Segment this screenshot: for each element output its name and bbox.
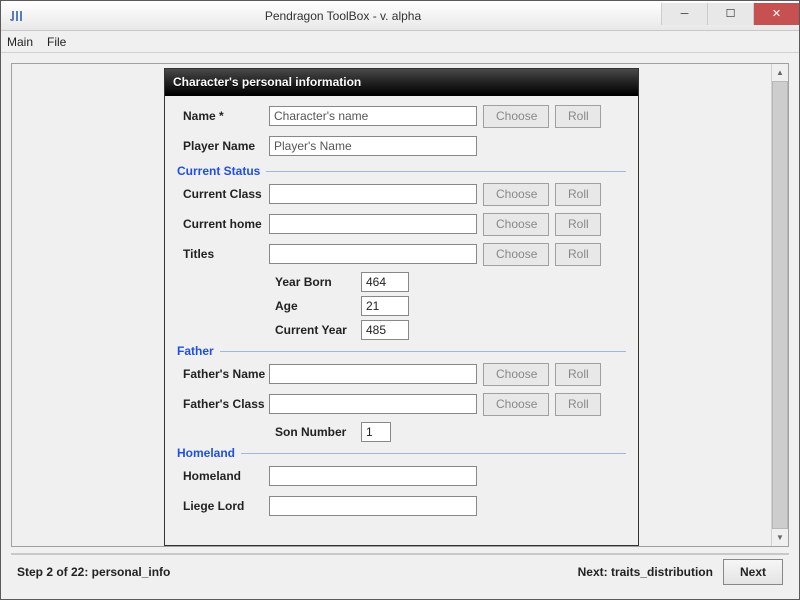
year-born-input[interactable]	[361, 272, 409, 292]
current-home-choose-button[interactable]: Choose	[483, 213, 549, 236]
name-choose-button[interactable]: Choose	[483, 105, 549, 128]
label-liege-lord: Liege Lord	[177, 499, 269, 513]
label-son-number: Son Number	[275, 425, 355, 439]
form-viewport: Character's personal information Name * …	[12, 64, 771, 546]
label-titles: Titles	[177, 247, 269, 261]
name-roll-button[interactable]: Roll	[555, 105, 601, 128]
personal-info-panel: Character's personal information Name * …	[164, 68, 639, 546]
fathers-name-roll-button[interactable]: Roll	[555, 363, 601, 386]
name-input[interactable]	[269, 106, 477, 126]
section-father: Father	[177, 344, 626, 358]
menu-file[interactable]: File	[47, 35, 66, 49]
current-year-input[interactable]	[361, 320, 409, 340]
minimize-button[interactable]: ─	[661, 3, 707, 25]
vertical-scrollbar[interactable]: ▲ ▼	[771, 64, 788, 546]
window-controls: ─ ☐ ✕	[661, 3, 799, 25]
label-player-name: Player Name	[177, 139, 269, 153]
current-class-roll-button[interactable]: Roll	[555, 183, 601, 206]
panel-body: Name * Choose Roll Player Name Current S…	[165, 96, 638, 536]
section-current-status: Current Status	[177, 164, 626, 178]
window-title: Pendragon ToolBox - v. alpha	[25, 9, 661, 23]
scroll-down-icon[interactable]: ▼	[772, 529, 788, 546]
titlebar: Pendragon ToolBox - v. alpha ─ ☐ ✕	[1, 1, 799, 31]
maximize-button[interactable]: ☐	[707, 3, 753, 25]
current-class-choose-button[interactable]: Choose	[483, 183, 549, 206]
section-homeland: Homeland	[177, 446, 626, 460]
panel-title: Character's personal information	[165, 69, 638, 96]
next-button[interactable]: Next	[723, 559, 783, 585]
fathers-class-input[interactable]	[269, 394, 477, 414]
app-window: Pendragon ToolBox - v. alpha ─ ☐ ✕ Main …	[0, 0, 800, 600]
java-icon	[9, 8, 25, 24]
scroll-up-icon[interactable]: ▲	[772, 64, 788, 81]
titles-input[interactable]	[269, 244, 477, 264]
menu-main[interactable]: Main	[7, 35, 33, 49]
titles-choose-button[interactable]: Choose	[483, 243, 549, 266]
label-fathers-name: Father's Name	[177, 367, 269, 381]
scroll-track[interactable]	[772, 81, 788, 529]
step-indicator: Step 2 of 22: personal_info	[17, 565, 170, 579]
label-current-year: Current Year	[275, 323, 355, 337]
label-current-home: Current home	[177, 217, 269, 231]
titles-roll-button[interactable]: Roll	[555, 243, 601, 266]
label-current-class: Current Class	[177, 187, 269, 201]
label-year-born: Year Born	[275, 275, 355, 289]
close-button[interactable]: ✕	[753, 3, 799, 25]
label-homeland: Homeland	[177, 469, 269, 483]
fathers-name-choose-button[interactable]: Choose	[483, 363, 549, 386]
next-step-label: Next: traits_distribution	[578, 565, 713, 579]
footer-bar: Step 2 of 22: personal_info Next: traits…	[11, 553, 789, 589]
current-class-input[interactable]	[269, 184, 477, 204]
current-home-roll-button[interactable]: Roll	[555, 213, 601, 236]
label-fathers-class: Father's Class	[177, 397, 269, 411]
label-age: Age	[275, 299, 355, 313]
liege-lord-input[interactable]	[269, 496, 477, 516]
fathers-class-roll-button[interactable]: Roll	[555, 393, 601, 416]
menubar: Main File	[1, 31, 799, 53]
scroll-thumb[interactable]	[772, 81, 788, 529]
current-home-input[interactable]	[269, 214, 477, 234]
son-number-input[interactable]	[361, 422, 391, 442]
scroll-container: Character's personal information Name * …	[11, 63, 789, 547]
fathers-name-input[interactable]	[269, 364, 477, 384]
player-name-input[interactable]	[269, 136, 477, 156]
fathers-class-choose-button[interactable]: Choose	[483, 393, 549, 416]
age-input[interactable]	[361, 296, 409, 316]
homeland-input[interactable]	[269, 466, 477, 486]
label-name: Name *	[177, 109, 269, 123]
client-area: Character's personal information Name * …	[1, 53, 799, 599]
